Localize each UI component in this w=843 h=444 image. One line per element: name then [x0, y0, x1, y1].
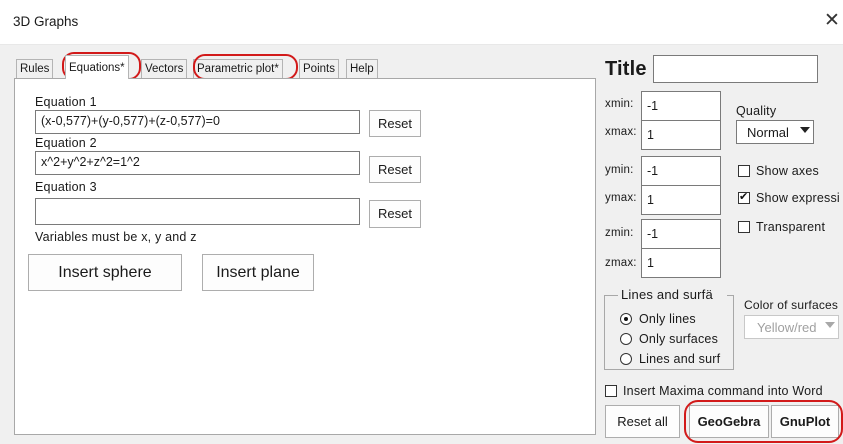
variables-note: Variables must be x, y and z: [35, 230, 197, 244]
xmax-input[interactable]: 1: [641, 120, 721, 150]
xmin-label: xmin:: [605, 98, 634, 110]
title-bar: 3D Graphs ✕: [0, 0, 843, 45]
lines-and-surfaces-label: Lines and surf: [639, 352, 721, 366]
only-lines-label: Only lines: [639, 312, 696, 326]
only-surfaces-radio[interactable]: [620, 333, 632, 345]
zmin-label: zmin:: [605, 227, 634, 239]
equation-1-input[interactable]: (x-0,577)+(y-0,577)+(z-0,577)=0: [35, 110, 360, 134]
quality-value: Normal: [747, 125, 789, 140]
show-expression-checkbox[interactable]: [738, 190, 750, 204]
color-value: Yellow/red: [757, 320, 817, 335]
insert-sphere-button[interactable]: Insert sphere: [28, 254, 182, 291]
equation-1-label: Equation 1: [35, 95, 97, 109]
tab-equations[interactable]: Equations*: [65, 55, 129, 79]
quality-select[interactable]: Normal: [736, 120, 814, 144]
equation-2-label: Equation 2: [35, 136, 97, 150]
tab-help[interactable]: Help: [346, 59, 378, 78]
close-icon[interactable]: ✕: [824, 11, 840, 31]
show-axes-label: Show axes: [756, 164, 819, 178]
title-label: Title: [605, 58, 647, 80]
tab-parametric-plot[interactable]: Parametric plot*: [193, 59, 283, 78]
equation-3-input[interactable]: [35, 198, 360, 225]
only-surfaces-label: Only surfaces: [639, 332, 719, 346]
ymax-input[interactable]: 1: [641, 185, 721, 215]
title-input[interactable]: [653, 55, 818, 83]
geogebra-button[interactable]: GeoGebra: [689, 405, 769, 438]
insert-maxima-label: Insert Maxima command into Word: [623, 384, 823, 398]
tab-vectors[interactable]: Vectors: [141, 59, 188, 78]
quality-label: Quality: [736, 104, 777, 118]
insert-maxima-checkbox[interactable]: [605, 385, 617, 397]
lines-and-surfaces-radio[interactable]: [620, 353, 632, 365]
show-axes-checkbox[interactable]: [738, 165, 750, 177]
equation-2-input[interactable]: x^2+y^2+z^2=1^2: [35, 151, 360, 175]
equation-3-label: Equation 3: [35, 180, 97, 194]
lines-surfaces-group-title: Lines and surfä: [618, 287, 727, 302]
insert-plane-button[interactable]: Insert plane: [202, 254, 314, 291]
gnuplot-button[interactable]: GnuPlot: [771, 405, 839, 438]
transparent-checkbox[interactable]: [738, 221, 750, 233]
xmin-input[interactable]: -1: [641, 91, 721, 121]
window-title: 3D Graphs: [13, 14, 79, 29]
reset-equation-2-button[interactable]: Reset: [369, 156, 421, 183]
reset-equation-3-button[interactable]: Reset: [369, 200, 421, 228]
ymax-label: ymax:: [605, 192, 637, 204]
color-select[interactable]: Yellow/red: [744, 315, 839, 339]
xmax-label: xmax:: [605, 126, 637, 138]
show-expression-label: Show expressi: [756, 191, 840, 205]
reset-equation-1-button[interactable]: Reset: [369, 110, 421, 137]
ymin-input[interactable]: -1: [641, 156, 721, 186]
color-of-surfaces-label: Color of surfaces: [744, 298, 839, 312]
transparent-label: Transparent: [756, 220, 826, 234]
chevron-down-icon: [800, 127, 810, 133]
only-lines-radio[interactable]: [620, 313, 632, 325]
zmax-input[interactable]: 1: [641, 248, 721, 278]
tab-points[interactable]: Points: [299, 59, 339, 78]
zmax-label: zmax:: [605, 257, 637, 269]
reset-all-button[interactable]: Reset all: [605, 405, 680, 438]
tab-rules[interactable]: Rules: [16, 59, 54, 78]
chevron-down-icon: [825, 322, 835, 328]
ymin-label: ymin:: [605, 164, 634, 176]
zmin-input[interactable]: -1: [641, 219, 721, 249]
